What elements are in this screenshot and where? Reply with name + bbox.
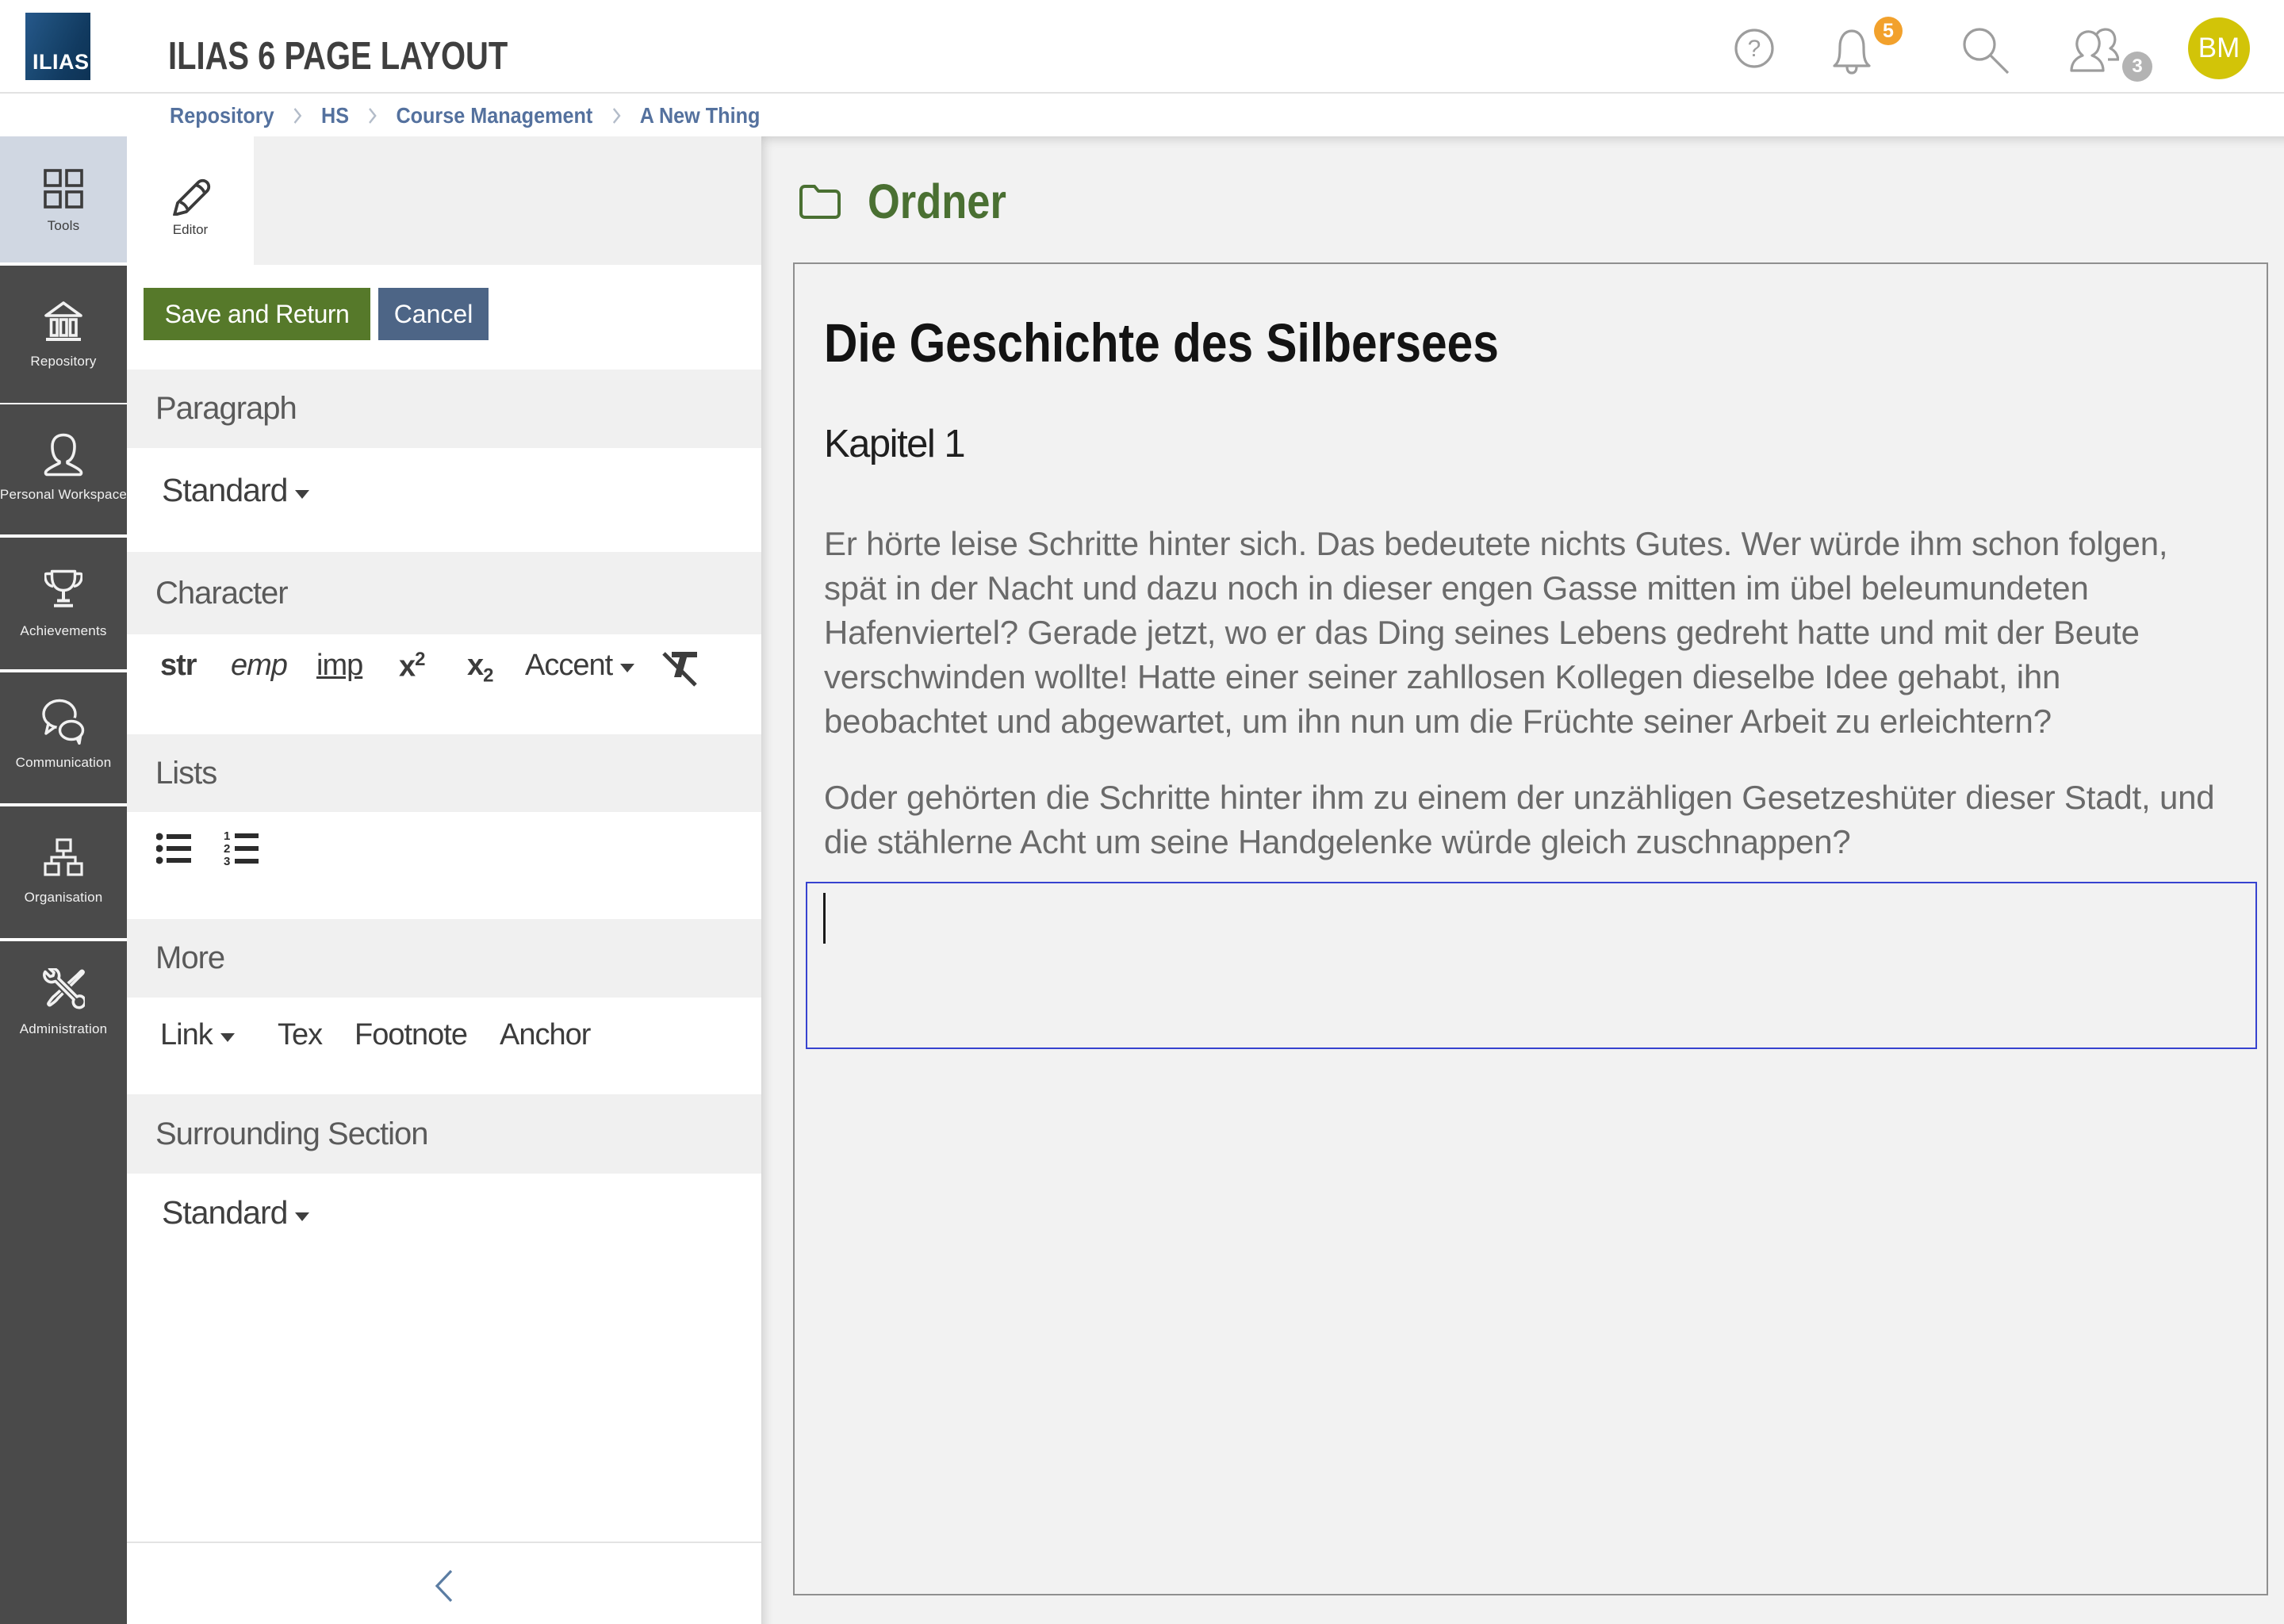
svg-text:2: 2: [224, 842, 230, 856]
svg-text:?: ?: [1748, 36, 1761, 62]
svg-text:3: 3: [224, 855, 230, 868]
svg-text:1: 1: [224, 830, 230, 843]
